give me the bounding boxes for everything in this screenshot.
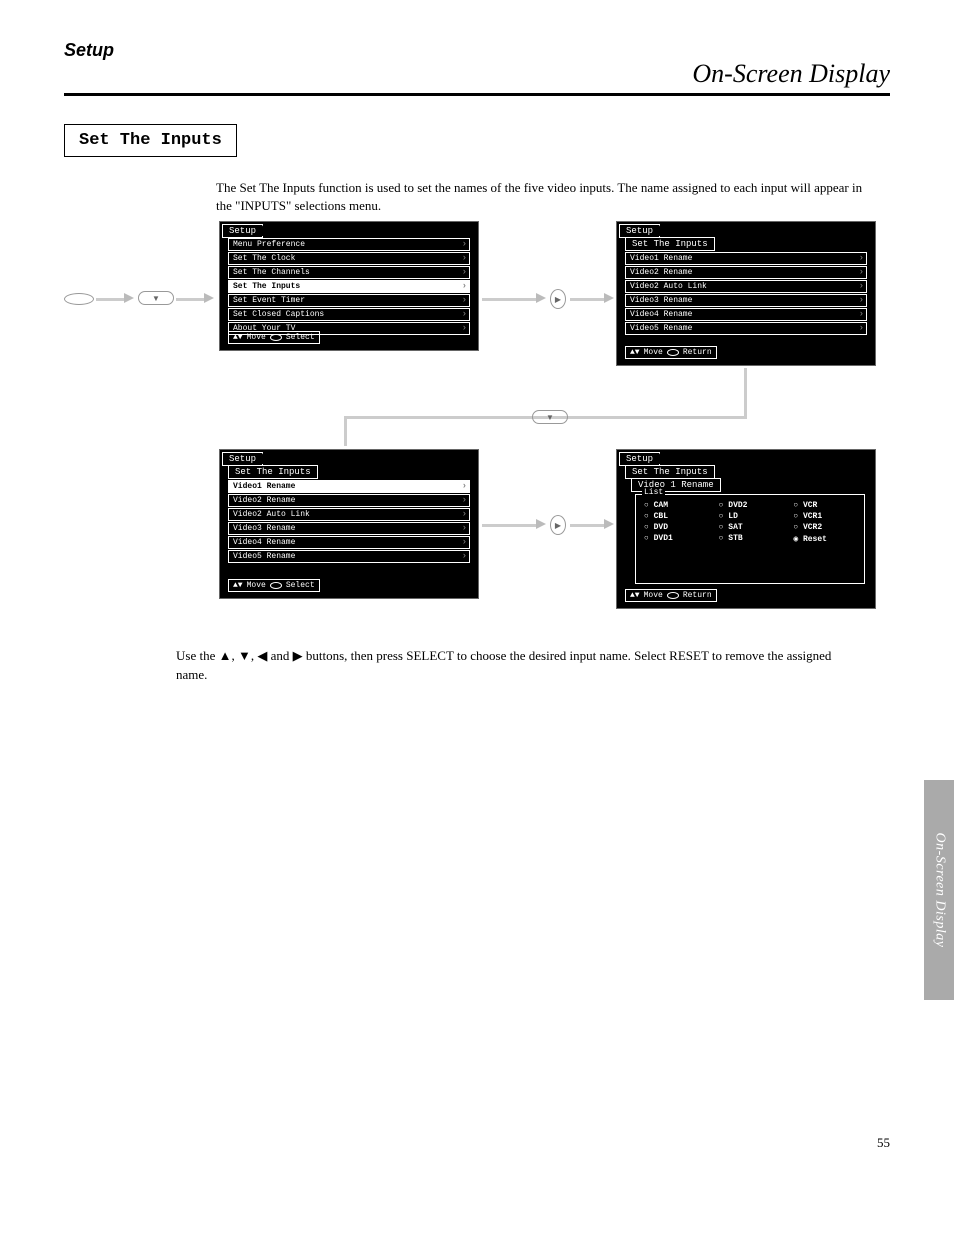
menu-item: Set The Inputs› (228, 280, 470, 293)
menu-item: Menu Preference› (228, 238, 470, 251)
rename-option: ○ LD (719, 512, 782, 521)
arrow-icon (604, 293, 614, 303)
rename-option: ○ DVD2 (719, 501, 782, 510)
arrow-icon (536, 519, 546, 529)
select-button-icon: ▶ (550, 289, 566, 309)
section-heading: Setup (64, 40, 890, 61)
header-rule (64, 93, 890, 96)
osd-screen-a: Setup Menu Preference›Set The Clock›Set … (219, 221, 479, 351)
rename-option: ○ CAM (644, 501, 707, 510)
select-button-icon: ▶ (550, 515, 566, 535)
chapter-heading: On-Screen Display (64, 59, 890, 89)
menu-item: Video3 Rename› (625, 294, 867, 307)
menu-item: Video2 Rename› (625, 266, 867, 279)
intro-paragraph: The Set The Inputs function is used to s… (216, 179, 866, 215)
osd-screen-b: Setup Set The Inputs Video1 Rename›Video… (616, 221, 876, 366)
connector (482, 524, 538, 527)
connector (744, 368, 747, 418)
sub-tab-label: Set The Inputs (625, 237, 715, 251)
rename-option: ○ VCR2 (793, 523, 856, 532)
rename-list-box: List ○ CAM○ DVD2○ VCR○ CBL○ LD○ VCR1○ DV… (635, 494, 865, 584)
menu-item: Video5 Rename› (228, 550, 470, 563)
list-title: List (642, 488, 665, 497)
tab-label: Setup (619, 452, 660, 466)
arrow-icon (604, 519, 614, 529)
rename-option: ○ SAT (719, 523, 782, 532)
menu-item: Video2 Auto Link› (625, 280, 867, 293)
footer-hint: ▲▼Move Return (625, 346, 717, 359)
sub-tab-label: Set The Inputs (625, 465, 715, 479)
connector (570, 524, 606, 527)
osd-screen-c: Setup Set The Inputs Video1 Rename›Video… (219, 449, 479, 599)
rename-option: ○ VCR1 (793, 512, 856, 521)
rename-option: ○ DVD (644, 523, 707, 532)
connector (482, 298, 538, 301)
menu-item: Video4 Rename› (625, 308, 867, 321)
osd-screen-d: Setup Set The Inputs Video 1 Rename List… (616, 449, 876, 609)
arrow-icon (204, 293, 214, 303)
rename-option: ○ STB (719, 534, 782, 544)
cursor-down-icon: ▼ (532, 410, 568, 424)
rename-option: ○ VCR (793, 501, 856, 510)
cursor-down-icon: ▼ (138, 291, 174, 305)
rename-option: ○ CBL (644, 512, 707, 521)
feature-title-box: Set The Inputs (64, 124, 237, 157)
menu-item: Video2 Rename› (228, 494, 470, 507)
arrow-icon (536, 293, 546, 303)
rename-option: ○ DVD1 (644, 534, 707, 544)
connector (570, 298, 606, 301)
menu-item: Set Event Timer› (228, 294, 470, 307)
instruction-text: Use the ▲, ▼, ◀ and ▶ buttons, then pres… (176, 647, 856, 685)
menu-item: Set Closed Captions› (228, 308, 470, 321)
tab-label: Setup (222, 224, 263, 238)
menu-item: Video1 Rename› (625, 252, 867, 265)
footer-hint: ▲▼Move Select (228, 579, 320, 592)
menu-item: Set The Channels› (228, 266, 470, 279)
diagram-area: ▼ Setup Menu Preference›Set The Clock›Se… (64, 221, 890, 631)
side-tab: On-Screen Display (924, 780, 954, 1000)
menu-button-icon (64, 293, 94, 305)
menu-item: Video1 Rename› (228, 480, 470, 493)
footer-hint: ▲▼Move Return (625, 589, 717, 602)
page-number: 55 (64, 1135, 890, 1151)
connector (96, 298, 126, 301)
tab-label: Setup (619, 224, 660, 238)
menu-item: Video2 Auto Link› (228, 508, 470, 521)
footer-hint: ▲▼Move Select (228, 331, 320, 344)
connector (344, 416, 347, 446)
menu-item: Video3 Rename› (228, 522, 470, 535)
rename-option: ◉ Reset (793, 534, 856, 544)
menu-item: Video5 Rename› (625, 322, 867, 335)
menu-item: Set The Clock› (228, 252, 470, 265)
connector (176, 298, 206, 301)
tab-label: Setup (222, 452, 263, 466)
arrow-icon (124, 293, 134, 303)
sub-tab-label: Set The Inputs (228, 465, 318, 479)
menu-item: Video4 Rename› (228, 536, 470, 549)
